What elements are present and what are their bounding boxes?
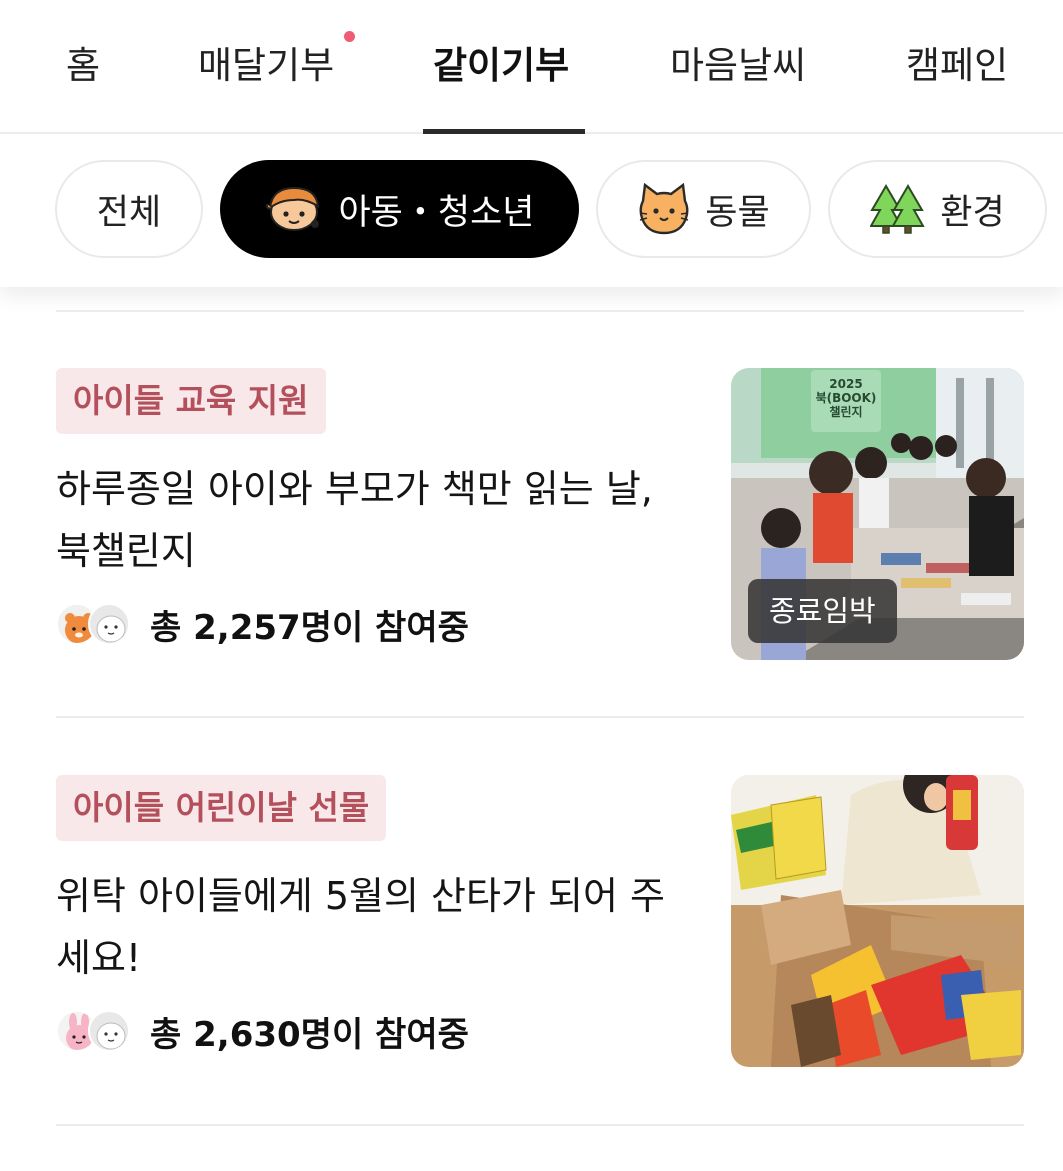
filter-chip-children[interactable]: 아동・청소년 bbox=[220, 160, 579, 258]
tab-home[interactable]: 홈 bbox=[66, 36, 100, 96]
filter-chip-label: 동물 bbox=[705, 192, 770, 233]
filter-chip-animals[interactable]: 동물 bbox=[596, 160, 811, 258]
top-tab-bar: 홈 매달기부 같이기부 마음날씨 캠페인 bbox=[0, 0, 1063, 134]
fundraiser-card[interactable]: 아이들 어린이날 선물 위탁 아이들에게 5월의 산타가 되어 주세요! 총 2… bbox=[0, 775, 1063, 1075]
fundraiser-title: 위탁 아이들에게 5월의 산타가 되어 주세요! bbox=[56, 874, 665, 980]
participant-summary: 총 2,630명이 참여중 bbox=[56, 1008, 469, 1055]
filter-chip-all[interactable]: 전체 bbox=[55, 160, 203, 258]
filter-chip-label: 아동・청소년 bbox=[338, 192, 535, 233]
child-icon bbox=[264, 184, 324, 234]
list-divider bbox=[56, 1124, 1024, 1126]
fundraiser-thumbnail: 2025 북(BOOK) 챌린지 종료임박 bbox=[731, 368, 1024, 660]
filter-chip-label: 전체 bbox=[96, 192, 162, 233]
fundraiser-title: 하루종일 아이와 부모가 책만 읽는 날, 북챌린지 bbox=[56, 467, 653, 573]
banner-year: 2025 bbox=[829, 377, 862, 391]
participant-summary: 총 2,257명이 참여중 bbox=[56, 601, 469, 648]
avatar bbox=[88, 1010, 130, 1052]
fundraiser-thumbnail bbox=[731, 775, 1024, 1067]
participant-count: 총 2,257명이 참여중 bbox=[150, 607, 469, 648]
filter-chip-environment[interactable]: 환경 bbox=[828, 160, 1047, 258]
participant-avatars bbox=[56, 1008, 134, 1054]
tab-monthly-donation[interactable]: 매달기부 bbox=[198, 36, 334, 96]
category-tag: 아이들 교육 지원 bbox=[56, 368, 326, 434]
avatar bbox=[88, 603, 130, 645]
tab-campaign[interactable]: 캠페인 bbox=[906, 36, 1008, 96]
banner-line1: 북(BOOK) bbox=[816, 391, 877, 405]
category-tag: 아이들 어린이날 선물 bbox=[56, 775, 387, 841]
fundraiser-card[interactable]: 아이들 교육 지원 하루종일 아이와 부모가 책만 읽는 날, 북챌린지 총 2… bbox=[0, 368, 1063, 668]
list-divider bbox=[56, 310, 1024, 312]
cat-icon bbox=[637, 183, 691, 235]
tab-mind-weather[interactable]: 마음날씨 bbox=[670, 36, 806, 96]
tree-icon bbox=[870, 184, 926, 234]
ending-soon-badge: 종료임박 bbox=[748, 579, 897, 643]
tab-together-donation[interactable]: 같이기부 bbox=[433, 36, 569, 96]
new-indicator-dot bbox=[344, 31, 355, 42]
list-divider bbox=[56, 716, 1024, 718]
banner-line2: 챌린지 bbox=[829, 404, 862, 419]
snack-gift-photo bbox=[731, 775, 1024, 1067]
category-filter-bar: 전체 아동・청소년 동물 환경 bbox=[0, 134, 1063, 287]
participant-avatars bbox=[56, 601, 134, 647]
participant-count: 총 2,630명이 참여중 bbox=[150, 1014, 469, 1055]
filter-chip-label: 환경 bbox=[940, 192, 1005, 233]
